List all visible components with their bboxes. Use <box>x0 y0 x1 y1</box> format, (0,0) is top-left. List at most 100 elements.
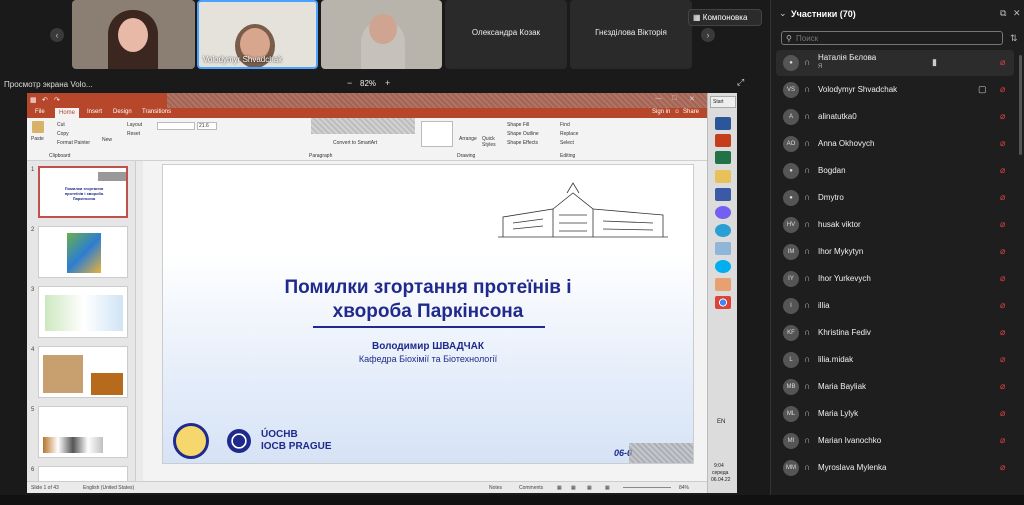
mic-muted-icon[interactable]: ⌀ <box>1000 111 1005 122</box>
replace-button[interactable]: Replace <box>560 131 578 137</box>
participant-row[interactable]: KF ∩ Khristina Fediv ⌀ <box>776 320 1014 346</box>
mic-muted-icon[interactable]: ⌀ <box>1000 462 1005 473</box>
paste-icon[interactable] <box>32 121 44 133</box>
video-tile-3[interactable] <box>321 0 442 69</box>
participant-row[interactable]: ● ∩ Dmytro ⌀ <box>776 185 1014 211</box>
participant-scrollbar[interactable] <box>1019 55 1022 155</box>
files-icon[interactable] <box>715 242 731 255</box>
prev-video-button[interactable]: ‹ <box>50 28 64 42</box>
shapes-gallery[interactable] <box>421 121 453 147</box>
video-tile-1[interactable] <box>72 0 195 69</box>
participant-row[interactable]: I ∩ illia ⌀ <box>776 293 1014 319</box>
share-icon[interactable]: ☺ <box>674 109 680 115</box>
powerpoint-icon[interactable] <box>715 134 731 147</box>
mic-muted-icon[interactable]: ⌀ <box>1000 381 1005 392</box>
share-button[interactable]: Share <box>683 109 699 115</box>
layout-button[interactable]: ▦ Компоновка <box>688 9 762 26</box>
mic-muted-icon[interactable]: ⌀ <box>1000 408 1005 419</box>
expand-icon[interactable]: ⤢ <box>737 77 744 88</box>
participant-row[interactable]: A ∩ alinatutka0 ⌀ <box>776 104 1014 130</box>
zoom-slider[interactable] <box>623 487 671 488</box>
word-icon[interactable] <box>715 117 731 130</box>
video-tile-2[interactable]: Volodymyr Shvadchak <box>197 0 318 69</box>
copy-button[interactable]: Copy <box>57 131 69 137</box>
mic-muted-icon[interactable]: ⌀ <box>1000 354 1005 365</box>
participant-row[interactable]: ● ∩ Наталія Бєлова Я ▮ ⌀ <box>776 50 1014 76</box>
undo-icon[interactable]: ↶ <box>42 96 48 104</box>
participant-row[interactable]: MI ∩ Marian Ivanochko ⌀ <box>776 428 1014 454</box>
mic-muted-icon[interactable]: ⌀ <box>1000 57 1005 68</box>
slide-thumbnail-6[interactable] <box>38 466 128 481</box>
slide-thumbnail-5[interactable] <box>38 406 128 458</box>
mic-muted-icon[interactable]: ⌀ <box>1000 219 1005 230</box>
font-name-field[interactable] <box>157 122 195 130</box>
camera-icon[interactable]: ▢ <box>978 84 987 95</box>
save-dock-icon[interactable] <box>715 188 731 201</box>
app-icon[interactable] <box>715 278 731 291</box>
tab-home[interactable]: Home <box>55 108 80 118</box>
skype-icon[interactable] <box>715 260 731 273</box>
tab-transitions[interactable]: Transitions <box>142 109 171 115</box>
slide-thumbnail-4[interactable] <box>38 346 128 398</box>
select-button[interactable]: Select <box>560 140 574 146</box>
search-input[interactable] <box>796 33 996 44</box>
participant-row[interactable]: MM ∩ Myroslava Mylenka ⌀ <box>776 455 1014 481</box>
normal-view-icon[interactable]: ▦ <box>557 485 562 491</box>
slide-thumbnail-3[interactable] <box>38 286 128 338</box>
keyboard-language[interactable]: EN <box>717 419 725 425</box>
participant-row[interactable]: L ∩ lilia.midak ⌀ <box>776 347 1014 373</box>
mic-muted-icon[interactable]: ⌀ <box>1000 192 1005 203</box>
sorter-view-icon[interactable]: ▦ <box>571 485 576 491</box>
participant-row[interactable]: ML ∩ Maria Lylyk ⌀ <box>776 401 1014 427</box>
shape-fill-button[interactable]: Shape Fill <box>507 122 529 128</box>
chrome-icon[interactable] <box>715 296 731 309</box>
tab-design[interactable]: Design <box>113 109 132 115</box>
zoom-in-icon[interactable]: + <box>385 78 390 88</box>
slide-thumbnail-2[interactable] <box>38 226 128 278</box>
slideshow-view-icon[interactable]: ▦ <box>605 485 610 491</box>
excel-icon[interactable] <box>715 151 731 164</box>
mic-muted-icon[interactable]: ⌀ <box>1000 138 1005 149</box>
viber-icon[interactable] <box>715 206 731 219</box>
comments-button[interactable]: Comments <box>519 485 543 491</box>
video-tile-5[interactable]: Гнєздiлова Вiкторiя <box>570 0 692 69</box>
cut-button[interactable]: Cut <box>57 122 65 128</box>
close-panel-icon[interactable]: ✕ <box>1013 8 1021 19</box>
folder-icon[interactable] <box>715 170 731 183</box>
slide-thumbnail-1[interactable]: Помилки згортання протеїнів і хвороба Па… <box>38 166 128 218</box>
participant-row[interactable]: VS ∩ Volodymyr Shvadchak ▢ ⌀ <box>776 77 1014 103</box>
mic-muted-icon[interactable]: ⌀ <box>1000 300 1005 311</box>
convert-smartart-button[interactable]: Convert to SmartArt <box>333 140 377 146</box>
participant-row[interactable]: IM ∩ Ihor Mykytyn ⌀ <box>776 239 1014 265</box>
tab-insert[interactable]: Insert <box>87 109 102 115</box>
mic-muted-icon[interactable]: ⌀ <box>1000 246 1005 257</box>
tab-file[interactable]: File <box>35 109 45 115</box>
arrange-button[interactable]: Arrange <box>459 136 477 142</box>
participant-row[interactable]: HV ∩ husak viktor ⌀ <box>776 212 1014 238</box>
redo-icon[interactable]: ↷ <box>54 96 60 104</box>
dock-start-button[interactable]: Start <box>710 96 736 108</box>
font-size-field[interactable]: 21.6 <box>197 122 217 130</box>
sort-icon[interactable]: ⇅ <box>1010 33 1018 44</box>
layout-button[interactable]: Layout <box>127 122 142 128</box>
save-icon[interactable]: ▦ <box>30 96 37 104</box>
participant-row[interactable]: IY ∩ Ihor Yurkevych ⌀ <box>776 266 1014 292</box>
next-video-button[interactable]: › <box>701 28 715 42</box>
participant-row[interactable]: AO ∩ Anna Okhovych ⌀ <box>776 131 1014 157</box>
reset-button[interactable]: Reset <box>127 131 140 137</box>
mic-muted-icon[interactable]: ⌀ <box>1000 435 1005 446</box>
reading-view-icon[interactable]: ▦ <box>587 485 592 491</box>
collapse-chevron-icon[interactable]: ⌄ <box>779 8 787 19</box>
signin-link[interactable]: Sign in <box>652 109 670 115</box>
video-tile-4[interactable]: Олександра Козак <box>445 0 567 69</box>
format-painter-button[interactable]: Format Painter <box>57 140 90 146</box>
notes-button[interactable]: Notes <box>489 485 502 491</box>
participant-row[interactable]: ● ∩ Bogdan ⌀ <box>776 158 1014 184</box>
participant-search[interactable]: ⚲ <box>781 31 1003 45</box>
slide-canvas[interactable]: Помилки згортання протеїнів і хвороба Па… <box>162 164 694 464</box>
popout-icon[interactable]: ⧉ <box>1000 8 1006 19</box>
mic-muted-icon[interactable]: ⌀ <box>1000 84 1005 95</box>
quick-styles-button[interactable]: Quick Styles <box>482 136 496 148</box>
shape-effects-button[interactable]: Shape Effects <box>507 140 538 146</box>
new-slide-button[interactable]: New <box>102 137 112 143</box>
